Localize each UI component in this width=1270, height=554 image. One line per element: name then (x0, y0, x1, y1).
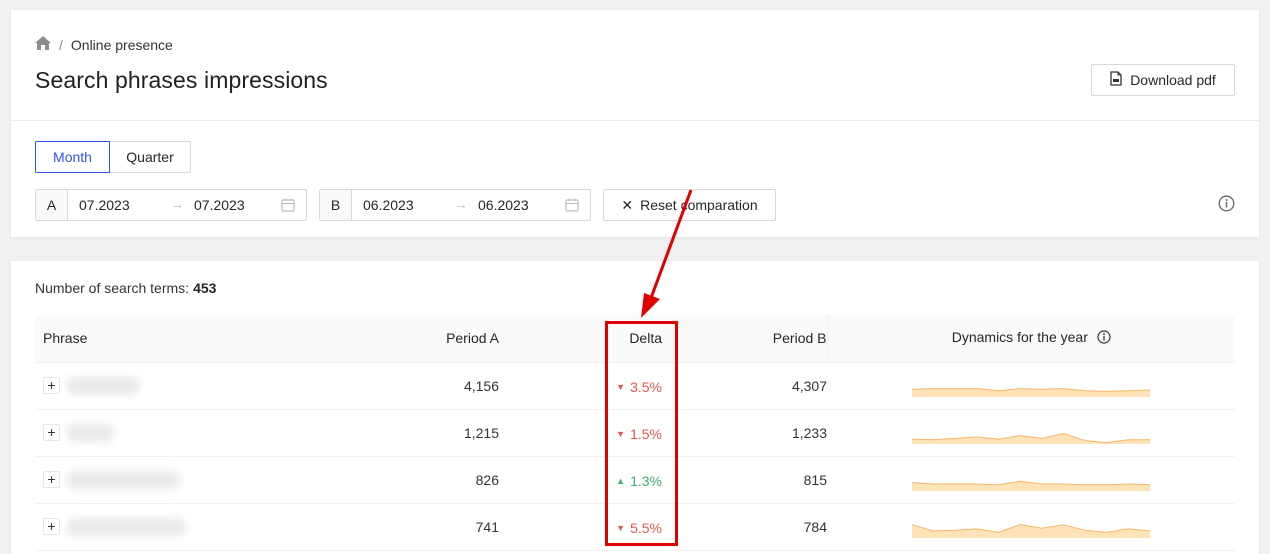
delta-percent: 1.5% (630, 425, 662, 442)
phrase-text-blurred (66, 423, 114, 442)
header-dynamics: Dynamics for the year (826, 315, 1235, 363)
dynamics-cell (827, 409, 1235, 457)
calendar-icon[interactable] (281, 198, 295, 215)
delta-cell: ▼ 3.5% (499, 362, 663, 410)
close-icon: ✕ (621, 196, 634, 213)
range-a-tag: A (36, 190, 68, 220)
range-b-tag: B (320, 190, 352, 220)
triangle-down-icon: ▼ (616, 428, 626, 439)
table-row[interactable]: +741 ▼ 5.5% 784 (35, 503, 1235, 551)
dynamics-cell (827, 503, 1235, 551)
phrase-text-blurred (66, 470, 180, 489)
header-phrase[interactable]: Phrase (35, 315, 375, 363)
table-row[interactable]: +1,215 ▼ 1.5% 1,233 (35, 409, 1235, 457)
delta-percent: 3.5% (630, 378, 662, 395)
breadcrumb-separator: / (59, 36, 63, 53)
period-a-cell: 741 (375, 503, 499, 551)
header-period-b[interactable]: Period B (663, 315, 827, 363)
range-b-field[interactable]: 06.2023 → 06.2023 (352, 190, 590, 220)
triangle-down-icon: ▼ (616, 522, 626, 533)
delta-value: ▼ 5.5% (616, 520, 662, 536)
delta-value: ▲ 1.3% (616, 473, 662, 489)
period-quarter-toggle[interactable]: Quarter (109, 141, 191, 173)
home-icon[interactable] (35, 36, 51, 53)
download-pdf-button[interactable]: Download pdf (1091, 64, 1235, 96)
breadcrumb: / Online presence (35, 36, 173, 53)
range-b-from[interactable]: 06.2023 (363, 197, 414, 213)
delta-percent: 5.5% (630, 519, 662, 536)
period-month-toggle[interactable]: Month (35, 141, 110, 173)
sparkline-area (912, 388, 1150, 397)
triangle-down-icon: ▼ (616, 381, 626, 392)
sparkline-chart (911, 387, 1151, 397)
range-a-from[interactable]: 07.2023 (79, 197, 130, 213)
delta-percent: 1.3% (630, 472, 662, 489)
period-a-cell: 826 (375, 456, 499, 504)
range-a-picker[interactable]: A 07.2023 → 07.2023 (35, 189, 307, 221)
delta-value: ▼ 3.5% (616, 379, 662, 395)
period-b-cell: 4,307 (663, 362, 827, 410)
triangle-up-icon: ▲ (616, 475, 626, 486)
reset-comparison-label: Reset comparation (640, 197, 758, 213)
sparkline-chart (911, 432, 1150, 444)
period-a-cell: 1,215 (375, 409, 499, 457)
breadcrumb-current: Online presence (70, 36, 173, 53)
period-b-cell: 815 (663, 456, 827, 504)
table-row[interactable]: +826 ▲ 1.3% 815 (35, 456, 1235, 504)
search-terms-label: Number of search terms: (35, 280, 190, 296)
calendar-icon[interactable] (565, 198, 579, 215)
expand-row-icon[interactable]: + (43, 471, 60, 489)
phrase-cell: + (35, 503, 375, 551)
period-b-cell: 784 (663, 503, 827, 551)
range-a-field[interactable]: 07.2023 → 07.2023 (68, 190, 306, 220)
header-delta[interactable]: Delta (499, 315, 663, 363)
phrase-text-blurred (66, 517, 186, 536)
arrow-right-icon: → (170, 196, 184, 212)
filters-card: / Online presence Search phrases impress… (11, 10, 1259, 237)
expand-row-icon[interactable]: + (43, 377, 60, 395)
period-a-cell: 4,156 (375, 362, 499, 410)
info-icon[interactable] (1218, 195, 1235, 217)
range-a-to[interactable]: 07.2023 (194, 197, 245, 213)
table-header-row: Phrase Period A Delta Period B Dynamics … (35, 315, 1235, 363)
phrase-cell: + (35, 362, 375, 410)
download-pdf-label: Download pdf (1130, 72, 1216, 88)
results-card: Number of search terms: 453 Phrase Period… (11, 261, 1259, 554)
search-terms-count: Number of search terms: 453 (35, 280, 216, 296)
sparkline-chart (911, 523, 1151, 538)
pdf-file-icon (1110, 71, 1130, 89)
header-period-a[interactable]: Period A (375, 315, 499, 363)
page-header: / Online presence Search phrases impress… (11, 10, 1259, 121)
delta-cell: ▼ 5.5% (499, 503, 663, 551)
phrase-cell: + (35, 456, 375, 504)
delta-value: ▼ 1.5% (616, 426, 662, 442)
range-b-picker[interactable]: B 06.2023 → 06.2023 (319, 189, 591, 221)
arrow-right-icon: → (454, 196, 468, 212)
info-icon[interactable] (1097, 330, 1111, 347)
delta-cell: ▼ 1.5% (499, 409, 663, 457)
table-row[interactable]: +4,156 ▼ 3.5% 4,307 (35, 362, 1235, 410)
dynamics-cell (827, 456, 1235, 504)
range-b-to[interactable]: 06.2023 (478, 197, 529, 213)
page-title: Search phrases impressions (35, 67, 328, 93)
sparkline-chart (911, 480, 1151, 491)
expand-row-icon[interactable]: + (43, 424, 60, 442)
header-dynamics-label: Dynamics for the year (951, 329, 1088, 346)
delta-cell: ▲ 1.3% (499, 456, 663, 504)
expand-row-icon[interactable]: + (43, 518, 60, 536)
reset-comparison-button[interactable]: ✕ Reset comparation (603, 189, 776, 221)
search-terms-value: 453 (193, 280, 217, 296)
dynamics-cell (827, 362, 1235, 410)
phrase-cell: + (35, 409, 375, 457)
phrases-table: Phrase Period A Delta Period B Dynamics … (35, 315, 1235, 551)
period-b-cell: 1,233 (663, 409, 827, 457)
phrase-text-blurred (66, 376, 140, 395)
